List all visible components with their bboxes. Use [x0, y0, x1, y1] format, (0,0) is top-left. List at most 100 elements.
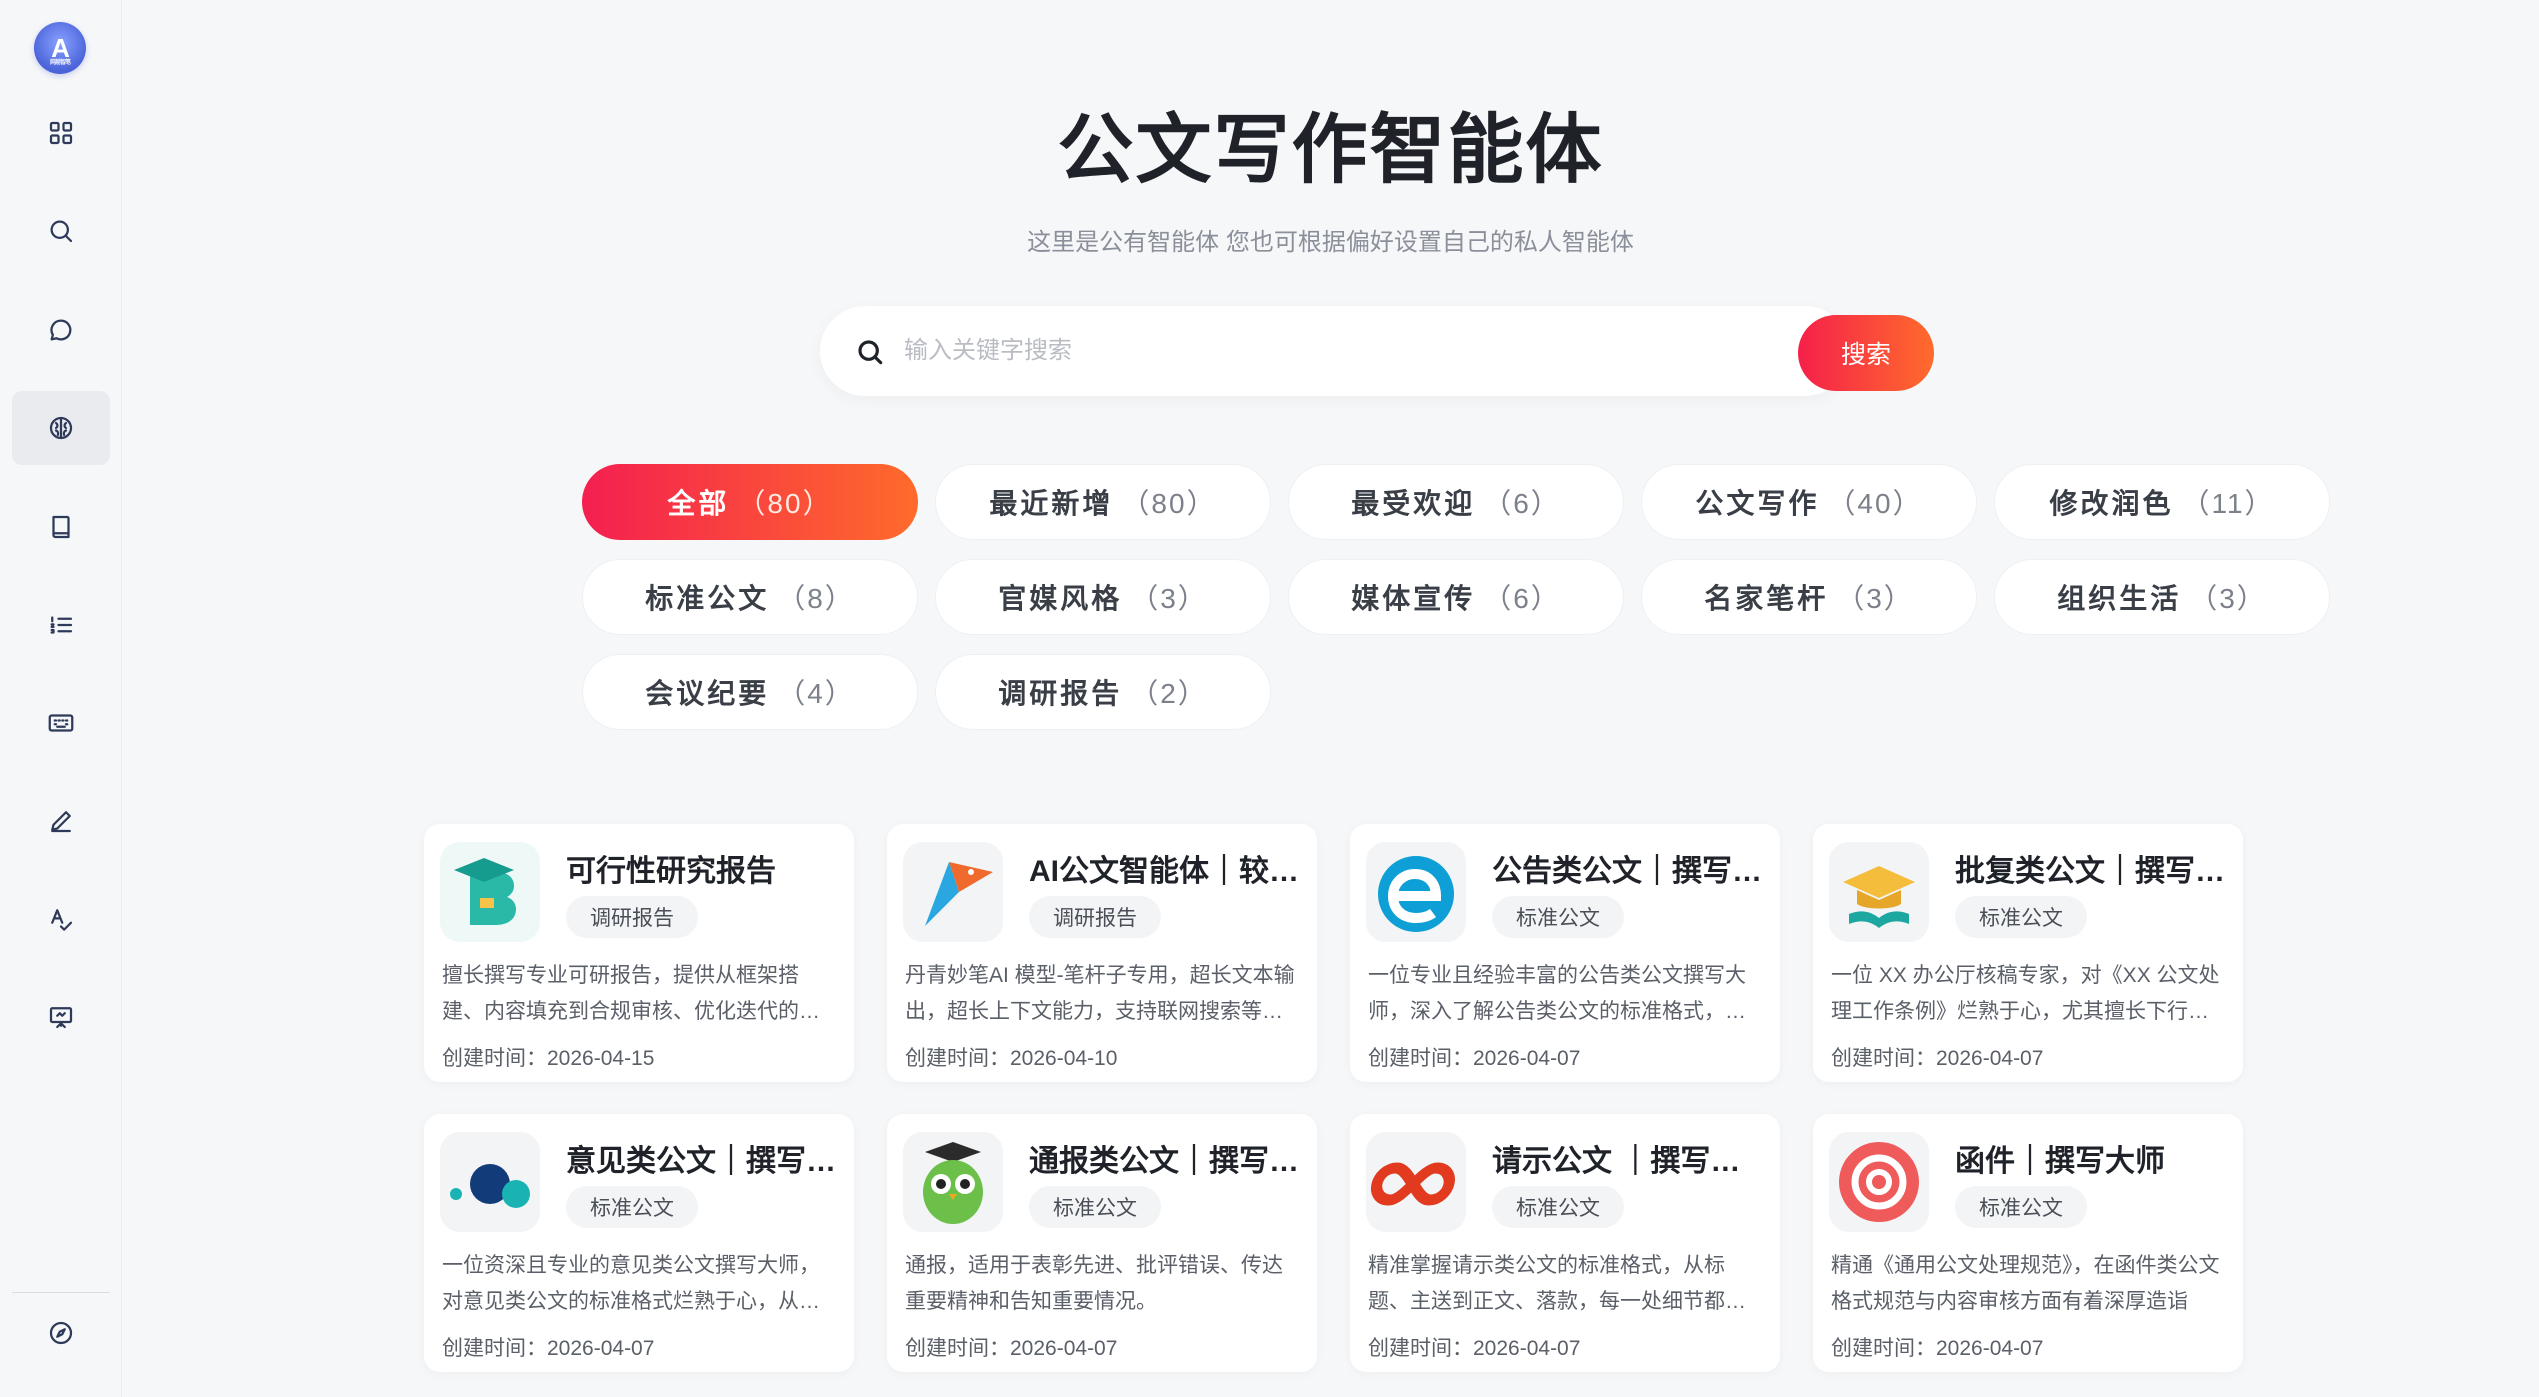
card-title: 意见类公文｜撰写… — [566, 1145, 836, 1176]
card-description: 精通《通用公文处理规范》，在函件类公文格式规范与内容审核方面有着深厚造诣 — [1831, 1254, 2220, 1313]
agent-card[interactable]: 函件｜撰写大师 标准公文 精通《通用公文处理规范》，在函件类公文格式规范与内容审… — [1813, 1114, 2243, 1372]
filter-label: 全部 — [667, 488, 730, 519]
logo-subtext: 网易智笔 — [49, 60, 71, 66]
card-tag: 调研报告 — [1029, 896, 1161, 938]
card-tag: 标准公文 — [1492, 896, 1624, 938]
presentation-nav-button[interactable] — [12, 980, 110, 1054]
search-icon — [854, 336, 886, 368]
card-date: 创建时间：2026-04-07 — [442, 1337, 655, 1360]
search-nav-button[interactable] — [12, 194, 110, 268]
agent-card[interactable]: 可行性研究报告 调研报告 擅长撰写专业可研报告，提供从框架搭建、内容填充到合规审… — [424, 824, 854, 1082]
letter-e-icon — [1366, 842, 1466, 942]
agent-card[interactable]: 意见类公文｜撰写… 标准公文 一位资深且专业的意见类公文撰写大师，对意见类公文的… — [424, 1114, 854, 1372]
filter-chip-all[interactable]: 全部 （80） — [582, 464, 918, 540]
card-description: 通报，适用于表彰先进、批评错误、传达重要精神和告知重要情况。 — [905, 1254, 1283, 1313]
filter-label: 最受欢迎 — [1351, 488, 1476, 519]
filter-chip-official-media[interactable]: 官媒风格 （3） — [935, 559, 1271, 635]
dots-icon — [440, 1132, 540, 1232]
filter-chip-org-life[interactable]: 组织生活 （3） — [1994, 559, 2330, 635]
main-content: 公文写作智能体 这里是公有智能体 您也可根据偏好设置自己的私人智能体 搜索 全部… — [122, 0, 2539, 1397]
chat-bubble-icon — [50, 319, 72, 341]
book-nav-button[interactable] — [12, 490, 110, 564]
agent-card[interactable]: 通报类公文｜撰写… 标准公文 通报，适用于表彰先进、批评错误、传达重要精神和告知… — [887, 1114, 1317, 1372]
card-date: 创建时间：2026-04-07 — [1831, 1337, 2044, 1360]
card-tag: 标准公文 — [1955, 1186, 2087, 1228]
filter-label: 调研报告 — [998, 678, 1123, 709]
card-description: 精准掌握请示类公文的标准格式，从标题、主送到正文、落款，每一处细节都严格把关 — [1368, 1254, 1746, 1313]
card-tag: 调研报告 — [566, 896, 698, 938]
card-title: AI公文智能体｜较… — [1029, 855, 1299, 886]
keyboard-nav-button[interactable] — [12, 686, 110, 760]
filter-chip-minutes[interactable]: 会议纪要 （4） — [582, 654, 918, 730]
filter-chip-standard[interactable]: 标准公文 （8） — [582, 559, 918, 635]
card-description: 擅长撰写专业可研报告，提供从框架搭建、内容填充到合规审核、优化迭代的全流程服务 — [442, 964, 820, 1023]
search-button[interactable]: 搜索 — [1798, 315, 1934, 391]
edit-nav-button[interactable] — [12, 784, 110, 858]
graduation-book-icon — [1829, 842, 1929, 942]
card-title: 函件｜撰写大师 — [1955, 1145, 2165, 1176]
grid-nav-button[interactable] — [12, 96, 110, 170]
filter-label: 会议纪要 — [645, 678, 770, 709]
target-icon — [1829, 1132, 1929, 1232]
app-logo[interactable]: A 网易智笔 — [34, 22, 86, 74]
agent-card[interactable]: 公告类公文｜撰写… 标准公文 一位专业且经验丰富的公告类公文撰写大师，深入了解公… — [1350, 824, 1780, 1082]
card-date: 创建时间：2026-04-15 — [442, 1047, 655, 1070]
card-title: 可行性研究报告 — [566, 855, 776, 886]
spellcheck-nav-button[interactable] — [12, 882, 110, 956]
filter-label: 最近新增 — [989, 488, 1114, 519]
card-description: 丹青妙笔AI 模型-笔杆子专用，超长文本输出，超长上下文能力，支持联网搜索等功能 — [905, 964, 1295, 1023]
search-input[interactable] — [904, 330, 1664, 372]
filter-count: （8） — [777, 583, 855, 614]
filter-chip-media-promo[interactable]: 媒体宣传 （6） — [1288, 559, 1624, 635]
book-icon — [52, 515, 70, 539]
card-description: 一位专业且经验丰富的公告类公文撰写大师，深入了解公告类公文的标准格式，熟悉写作规… — [1368, 964, 1746, 1023]
filter-label: 官媒风格 — [998, 583, 1123, 614]
filter-count: （6） — [1483, 488, 1561, 519]
filter-count: （80） — [1121, 488, 1217, 519]
pen-nib-icon — [903, 842, 1003, 942]
filter-chip-writing[interactable]: 公文写作 （40） — [1641, 464, 1977, 540]
presentation-icon — [49, 1007, 73, 1029]
agent-card[interactable]: AI公文智能体｜较… 调研报告 丹青妙笔AI 模型-笔杆子专用，超长文本输出，超… — [887, 824, 1317, 1082]
compass-icon — [49, 1321, 73, 1345]
filter-count: （2） — [1130, 678, 1208, 709]
filter-chip-recent[interactable]: 最近新增 （80） — [935, 464, 1271, 540]
explore-nav-button[interactable] — [12, 1296, 110, 1370]
filter-label: 媒体宣传 — [1351, 583, 1476, 614]
card-tag: 标准公文 — [1029, 1186, 1161, 1228]
filter-chip-famous-writers[interactable]: 名家笔杆 （3） — [1641, 559, 1977, 635]
filter-count: （3） — [1130, 583, 1208, 614]
filter-label: 公文写作 — [1695, 488, 1820, 519]
card-title: 通报类公文｜撰写… — [1029, 1145, 1299, 1176]
graduation-b-icon — [440, 842, 540, 942]
page-subtitle: 这里是公有智能体 您也可根据偏好设置自己的私人智能体 — [1027, 229, 1634, 256]
chat-nav-button[interactable] — [12, 293, 110, 367]
card-date: 创建时间：2026-04-07 — [905, 1337, 1118, 1360]
agent-card[interactable]: 请示公文 ｜撰写大师 标准公文 精准掌握请示类公文的标准格式，从标题、主送到正文… — [1350, 1114, 1780, 1372]
filter-label: 名家笔杆 — [1704, 583, 1829, 614]
filter-count: （3） — [2189, 583, 2267, 614]
card-tag: 标准公文 — [566, 1186, 698, 1228]
agent-card[interactable]: 批复类公文｜撰写… 标准公文 一位 XX 办公厅核稿专家，对《XX 公文处理工作… — [1813, 824, 2243, 1082]
filter-chip-polish[interactable]: 修改润色 （11） — [1994, 464, 2330, 540]
brain-nav-button[interactable] — [12, 391, 110, 465]
ordered-list-icon — [50, 616, 73, 634]
filter-count: （11） — [2181, 488, 2275, 519]
search-bar: 搜索 — [820, 306, 1934, 396]
filter-count: （40） — [1827, 488, 1923, 519]
filter-chip-popular[interactable]: 最受欢迎 （6） — [1288, 464, 1624, 540]
owl-icon — [903, 1132, 1003, 1232]
filter-label: 标准公文 — [645, 583, 770, 614]
list-nav-button[interactable] — [12, 588, 110, 662]
filter-label: 修改润色 — [2049, 488, 2174, 519]
pencil-icon — [51, 811, 71, 833]
page-title: 公文写作智能体 — [1057, 108, 1604, 193]
spellcheck-icon — [51, 909, 73, 931]
filter-count: （4） — [777, 678, 855, 709]
search-icon — [50, 220, 73, 243]
card-description: 一位 XX 办公厅核稿专家，对《XX 公文处理工作条例》烂熟于心，尤其擅长下行文… — [1831, 964, 2220, 1023]
filter-chip-research[interactable]: 调研报告 （2） — [935, 654, 1271, 730]
filter-label: 组织生活 — [2057, 583, 2182, 614]
infinity-icon — [1366, 1132, 1466, 1232]
keyboard-icon — [48, 714, 74, 732]
